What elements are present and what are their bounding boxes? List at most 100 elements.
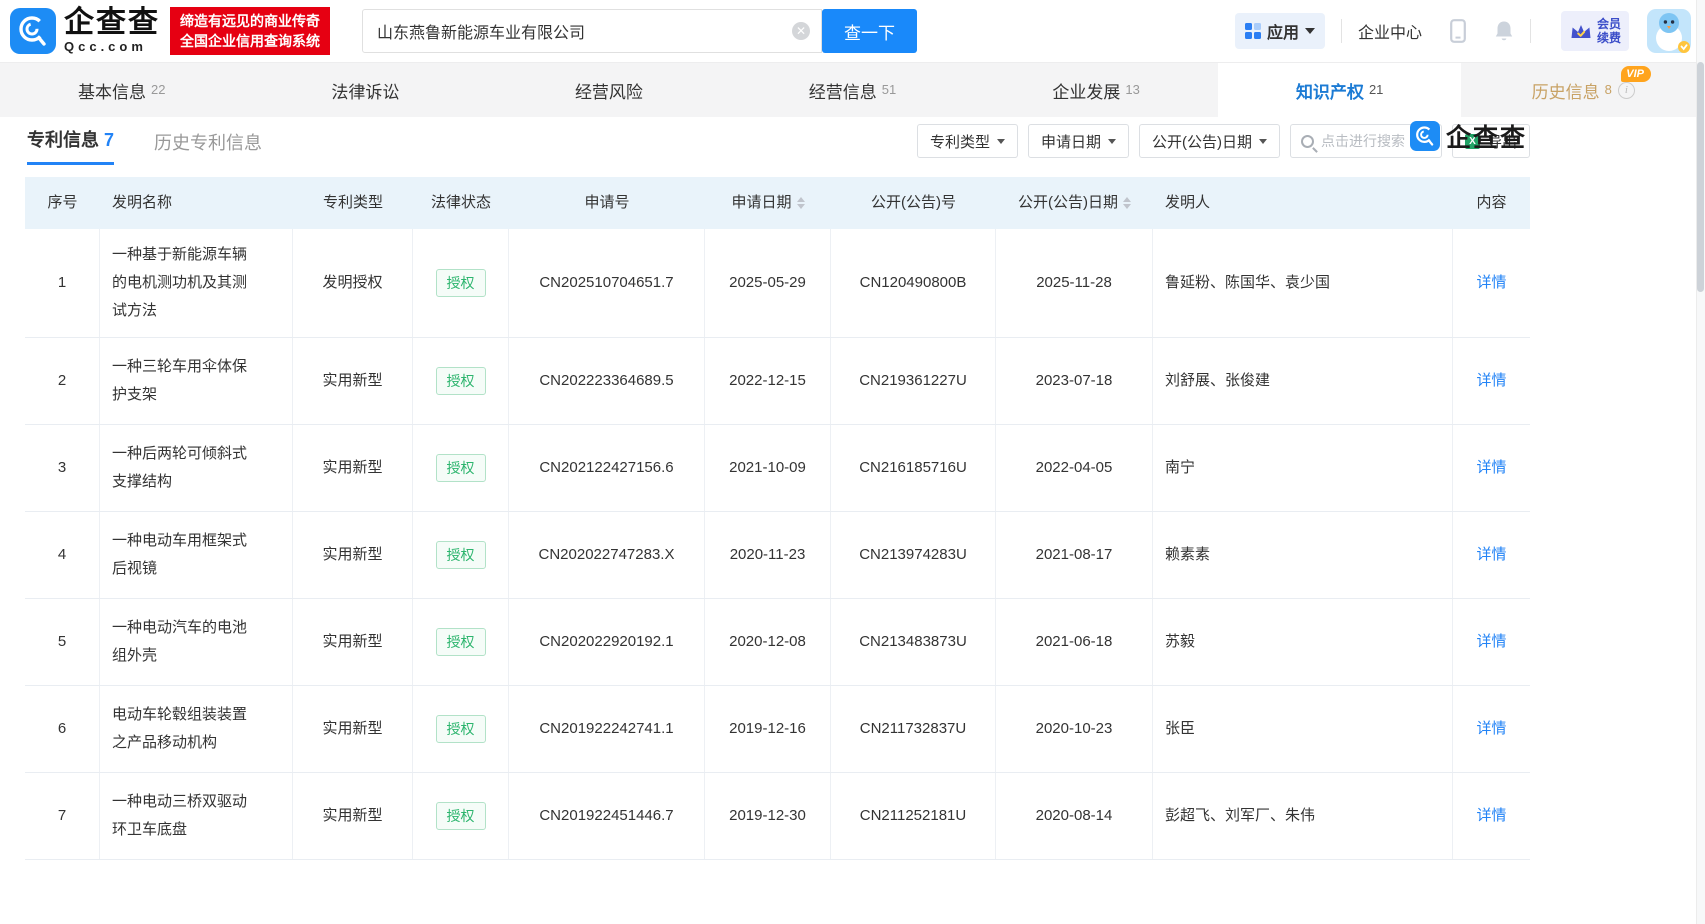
cell-app_no: CN202510704651.7 bbox=[509, 229, 705, 337]
scrollbar-thumb[interactable] bbox=[1697, 62, 1704, 292]
filter-patent-type[interactable]: 专利类型 bbox=[916, 124, 1018, 158]
enterprise-center-link[interactable]: 企业中心 bbox=[1358, 19, 1422, 43]
chevron-down-icon bbox=[1107, 138, 1116, 144]
brand-slogan: 缔造有远见的商业传奇 全国企业信用查询系统 bbox=[170, 7, 330, 55]
page: 企查查 Qcc.com 缔造有远见的商业传奇 全国企业信用查询系统 ✕ 查一下 … bbox=[0, 0, 1705, 924]
qcc-logo[interactable]: 企查查 Qcc.com 缔造有远见的商业传奇 全国企业信用查询系统 bbox=[10, 7, 330, 55]
cell-name: 一种后两轮可倾斜式支撑结构 bbox=[100, 425, 293, 511]
divider bbox=[1340, 19, 1342, 43]
cell-name: 电动车轮毂组装装置之产品移动机构 bbox=[100, 686, 293, 772]
scrollbar-track[interactable] bbox=[1696, 0, 1705, 924]
sort-icon[interactable] bbox=[796, 197, 805, 209]
clear-search-icon[interactable]: ✕ bbox=[792, 22, 810, 40]
cell-no: 2 bbox=[25, 338, 100, 424]
tab-patent-info[interactable]: 专利信息 7 bbox=[27, 126, 115, 165]
column-header-name: 发明名称 bbox=[112, 194, 173, 211]
column-header-type: 专利类型 bbox=[322, 194, 383, 211]
cell-no: 1 bbox=[25, 229, 100, 337]
info-icon[interactable]: i bbox=[1617, 81, 1635, 99]
patent-subtabs: 专利信息 7 历史专利信息 bbox=[27, 117, 302, 165]
table-header-row: 序号 发明名称 专利类型 法律状态 申请号 申请日期 公开(公告)号 公开(公告)日期 发明人 内… bbox=[25, 177, 1530, 229]
crown-icon bbox=[1571, 24, 1591, 38]
column-header-status: 法律状态 bbox=[430, 194, 491, 211]
divider bbox=[1529, 19, 1531, 43]
chevron-down-icon bbox=[1258, 138, 1267, 144]
column-header-no: 序号 bbox=[47, 194, 78, 211]
header-right: 应用 企业中心 会员 续费 bbox=[1234, 9, 1691, 53]
table-row: 3 一种后两轮可倾斜式支撑结构 实用新型 授权 CN202122427156.6 2021… bbox=[25, 425, 1530, 512]
nav-tab-4[interactable]: 经营信息 51 bbox=[731, 63, 975, 117]
cell-inventors: 鲁延粉、陈国华、袁少国 bbox=[1153, 229, 1453, 337]
vip-renew-button[interactable]: 会员 续费 bbox=[1560, 11, 1629, 51]
detail-link[interactable]: 详情 bbox=[1476, 541, 1506, 569]
sort-icon[interactable] bbox=[1123, 197, 1131, 209]
status-badge: 授权 bbox=[435, 628, 486, 656]
nav-tabs: 基本信息 22 法律诉讼 经营风险 经营信息 51 企业发展 13 知识产权 21 历史信息 8 VIP… bbox=[0, 62, 1705, 117]
cell-status: 授权 bbox=[413, 425, 509, 511]
column-header-pub_date[interactable]: 公开(公告)日期 bbox=[996, 177, 1153, 229]
cell-action: 详情 bbox=[1453, 599, 1530, 685]
qcc-watermark-logo: 企查查 bbox=[1409, 118, 1527, 154]
mobile-app-icon[interactable] bbox=[1450, 19, 1466, 43]
nav-tab-2[interactable]: 法律诉讼 bbox=[244, 63, 488, 117]
column-header-app_no: 申请号 bbox=[584, 194, 630, 211]
search-area: ✕ 查一下 bbox=[362, 9, 917, 53]
detail-link[interactable]: 详情 bbox=[1476, 802, 1506, 830]
nav-tab-7[interactable]: 历史信息 8 VIP i bbox=[1461, 63, 1705, 117]
nav-tab-3[interactable]: 经营风险 bbox=[487, 63, 731, 117]
column-header-app_date[interactable]: 申请日期 bbox=[705, 177, 831, 229]
detail-link[interactable]: 详情 bbox=[1476, 454, 1506, 482]
detail-link[interactable]: 详情 bbox=[1476, 715, 1506, 743]
cell-inventors: 南宁 bbox=[1153, 425, 1453, 511]
search-button[interactable]: 查一下 bbox=[822, 9, 917, 53]
status-badge: 授权 bbox=[435, 541, 486, 569]
cell-no: 5 bbox=[25, 599, 100, 685]
cell-app_date: 2022-12-15 bbox=[705, 338, 831, 424]
apps-menu[interactable]: 应用 bbox=[1234, 13, 1325, 49]
cell-pub_no: CN211732837U bbox=[831, 686, 996, 772]
user-avatar[interactable] bbox=[1647, 9, 1691, 53]
chevron-down-icon bbox=[1304, 28, 1315, 34]
cell-app_no: CN202022920192.1 bbox=[509, 599, 705, 685]
cell-no: 4 bbox=[25, 512, 100, 598]
cell-type: 实用新型 bbox=[293, 686, 413, 772]
cell-action: 详情 bbox=[1453, 773, 1530, 859]
cell-inventors: 刘舒展、张俊建 bbox=[1153, 338, 1453, 424]
nav-tab-1[interactable]: 基本信息 22 bbox=[0, 63, 244, 117]
cell-pub_date: 2021-08-17 bbox=[996, 512, 1153, 598]
cell-app_no: CN202122427156.6 bbox=[509, 425, 705, 511]
filter-application-date[interactable]: 申请日期 bbox=[1027, 124, 1129, 158]
cell-app_no: CN201922451446.7 bbox=[509, 773, 705, 859]
qcc-logo-icon bbox=[10, 8, 56, 54]
detail-link[interactable]: 详情 bbox=[1476, 269, 1506, 297]
cell-pub_date: 2020-10-23 bbox=[996, 686, 1153, 772]
cell-status: 授权 bbox=[413, 773, 509, 859]
filter-publication-date[interactable]: 公开(公告)日期 bbox=[1138, 124, 1280, 158]
status-badge: 授权 bbox=[435, 454, 486, 482]
status-badge: 授权 bbox=[435, 802, 486, 830]
cell-type: 发明授权 bbox=[293, 229, 413, 337]
detail-link[interactable]: 详情 bbox=[1476, 367, 1506, 395]
cell-app_date: 2020-11-23 bbox=[705, 512, 831, 598]
detail-link[interactable]: 详情 bbox=[1476, 628, 1506, 656]
cell-pub_no: CN213974283U bbox=[831, 512, 996, 598]
nav-tab-6[interactable]: 知识产权 21 bbox=[1217, 63, 1462, 117]
cell-action: 详情 bbox=[1453, 229, 1530, 337]
status-badge: 授权 bbox=[435, 715, 486, 743]
tab-historical-patent-info[interactable]: 历史专利信息 bbox=[154, 129, 262, 165]
cell-name: 一种电动三桥双驱动环卫车底盘 bbox=[100, 773, 293, 859]
cell-action: 详情 bbox=[1453, 425, 1530, 511]
cell-type: 实用新型 bbox=[293, 425, 413, 511]
apps-grid-icon bbox=[1244, 23, 1261, 39]
cell-app_no: CN202223364689.5 bbox=[509, 338, 705, 424]
notification-bell-icon[interactable] bbox=[1494, 20, 1514, 42]
nav-tab-5[interactable]: 企业发展 13 bbox=[974, 63, 1218, 117]
cell-type: 实用新型 bbox=[293, 512, 413, 598]
top-header: 企查查 Qcc.com 缔造有远见的商业传奇 全国企业信用查询系统 ✕ 查一下 … bbox=[0, 0, 1705, 62]
cell-type: 实用新型 bbox=[293, 338, 413, 424]
cell-pub_date: 2021-06-18 bbox=[996, 599, 1153, 685]
cell-type: 实用新型 bbox=[293, 773, 413, 859]
company-search-input[interactable] bbox=[362, 9, 822, 53]
cell-app_date: 2020-12-08 bbox=[705, 599, 831, 685]
cell-no: 6 bbox=[25, 686, 100, 772]
